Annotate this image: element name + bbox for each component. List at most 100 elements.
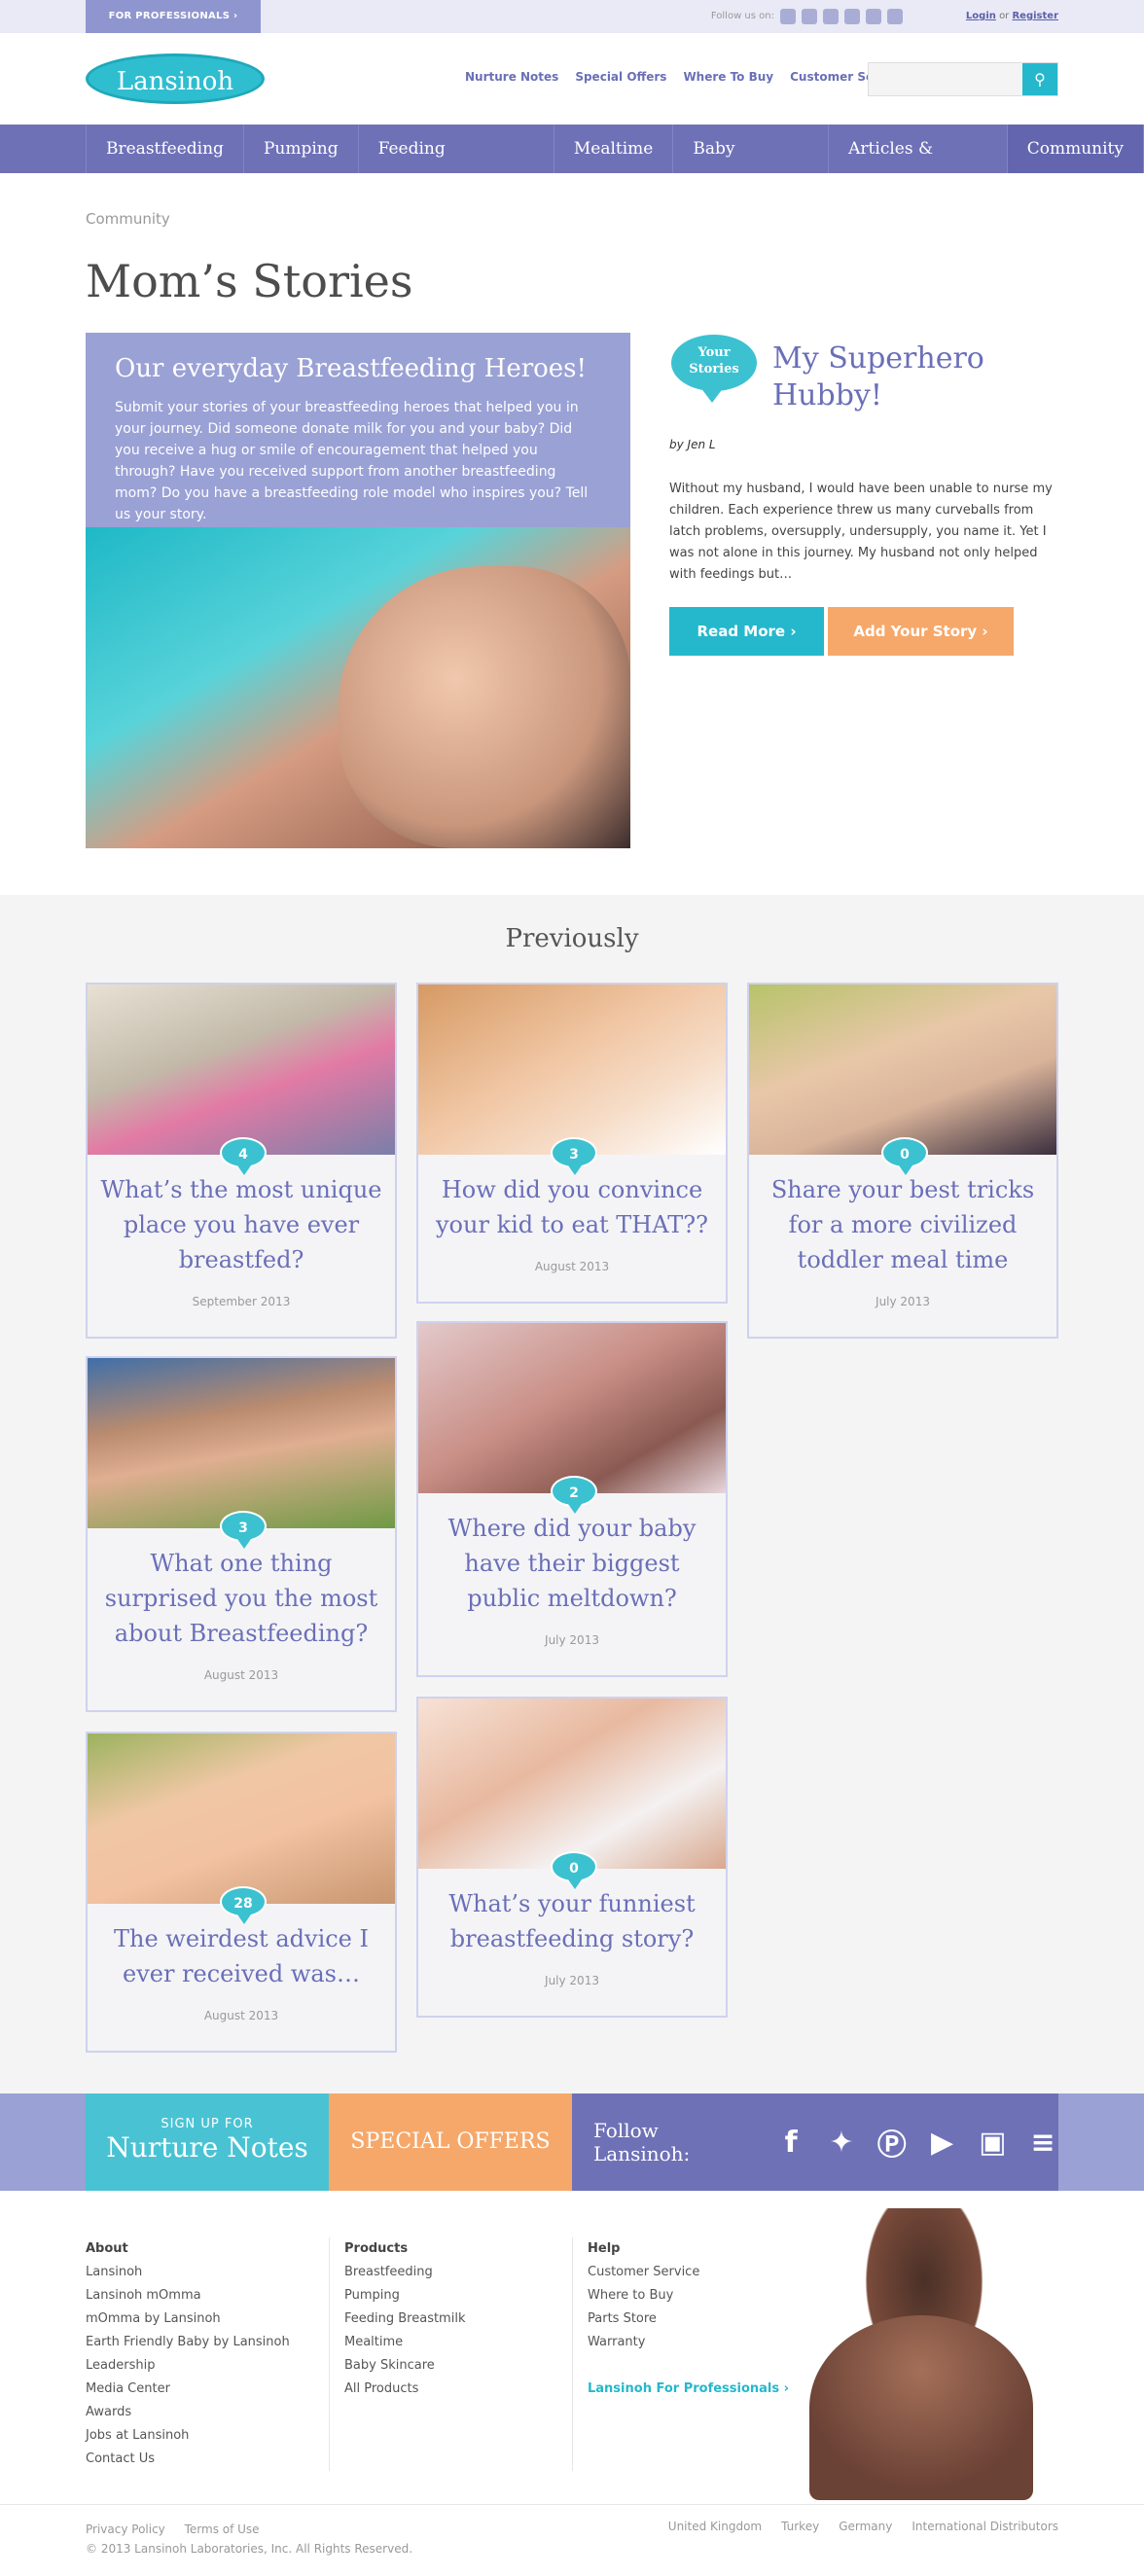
footer-help: Help Customer Service Where to Buy Parts… xyxy=(588,2237,789,2401)
twitter-icon[interactable]: ✦ xyxy=(826,2126,857,2160)
footer-link[interactable]: Awards xyxy=(86,2401,290,2424)
lansinoh-logo[interactable]: Lansinoh xyxy=(86,54,265,104)
card-date: August 2013 xyxy=(203,1668,279,1682)
featured-byline: by Jen L xyxy=(669,438,716,451)
nav-feeding-breastmilk[interactable]: Feeding Breastmilk xyxy=(357,125,554,207)
util-nav-special-offers[interactable]: Special Offers xyxy=(575,70,666,84)
footer-link[interactable]: All Products xyxy=(344,2378,465,2401)
pinterest-icon[interactable] xyxy=(823,9,839,24)
bubble-line1: Your xyxy=(697,345,731,360)
card-date: August 2013 xyxy=(534,1260,610,1273)
story-card[interactable]: 28 The weirdest advice I ever received w… xyxy=(86,1732,397,2053)
country-link[interactable]: United Kingdom xyxy=(668,2520,762,2533)
search-input[interactable]: ⚲ xyxy=(868,62,1058,96)
heroes-body: Submit your stories of your breastfeedin… xyxy=(115,400,589,522)
footer-about-head: About xyxy=(86,2241,128,2256)
card-date: August 2013 xyxy=(203,2009,279,2022)
footer-products-head: Products xyxy=(344,2241,409,2256)
footer-link[interactable]: Mealtime xyxy=(344,2331,465,2354)
utility-nav: Nurture Notes Special Offers Where To Bu… xyxy=(465,70,906,84)
footer-link[interactable]: Breastfeeding xyxy=(344,2261,465,2284)
follow-lansinoh-label: Follow Lansinoh: xyxy=(593,2119,691,2165)
comment-count-bubble: 2 xyxy=(551,1476,597,1514)
story-card[interactable]: 0 Share your best tricks for a more civi… xyxy=(747,983,1058,1339)
comment-count-bubble: 28 xyxy=(220,1886,267,1924)
terms-of-use-link[interactable]: Terms of Use xyxy=(185,2522,260,2536)
search-button[interactable]: ⚲ xyxy=(1022,63,1057,95)
footer-divider xyxy=(572,2237,573,2471)
footer-help-head: Help xyxy=(588,2241,621,2256)
card-photo xyxy=(88,1734,395,1904)
rss-icon[interactable]: ≡ xyxy=(1027,2126,1058,2160)
card-photo xyxy=(418,1699,726,1869)
card-date: July 2013 xyxy=(545,1633,599,1647)
card-photo xyxy=(418,1323,726,1493)
youtube-icon[interactable] xyxy=(844,9,860,24)
special-offers-promo[interactable]: SPECIAL OFFERS xyxy=(329,2093,572,2191)
nav-baby-skincare[interactable]: Baby Skincare xyxy=(672,125,828,207)
story-card[interactable]: 0 What’s your funniest breastfeeding sto… xyxy=(416,1697,728,2018)
privacy-policy-link[interactable]: Privacy Policy xyxy=(86,2522,165,2536)
footer-link[interactable]: Jobs at Lansinoh xyxy=(86,2424,290,2448)
comment-count-bubble: 0 xyxy=(881,1137,928,1175)
youtube-icon[interactable]: ▶ xyxy=(927,2126,958,2160)
footer-link[interactable]: Baby Skincare xyxy=(344,2354,465,2378)
page-title: Mom’s Stories xyxy=(86,255,413,307)
card-photo xyxy=(88,984,395,1155)
footer-link[interactable]: mOmma by Lansinoh xyxy=(86,2308,290,2331)
footer-link[interactable]: Earth Friendly Baby by Lansinoh xyxy=(86,2331,290,2354)
footer-legal: Privacy Policy Terms of Use © 2013 Lansi… xyxy=(86,2520,412,2558)
your-stories-bubble: Your Stories xyxy=(671,335,757,403)
read-more-button[interactable]: Read More › xyxy=(669,607,824,656)
footer-link[interactable]: Pumping xyxy=(344,2284,465,2308)
comment-count-bubble: 0 xyxy=(551,1851,597,1889)
story-card[interactable]: 3 How did you convince your kid to eat T… xyxy=(416,983,728,1304)
facebook-icon[interactable]: f xyxy=(775,2126,806,2160)
rss-icon[interactable] xyxy=(887,9,903,24)
footer-products: Products Breastfeeding Pumping Feeding B… xyxy=(344,2237,465,2401)
story-card[interactable]: 4 What’s the most unique place you have … xyxy=(86,983,397,1339)
professionals-link[interactable]: Lansinoh For Professionals › xyxy=(588,2378,789,2401)
country-link[interactable]: Turkey xyxy=(781,2520,819,2533)
nav-breastfeeding[interactable]: Breastfeeding xyxy=(86,125,243,173)
follow-lansinoh-bar: Follow Lansinoh: f ✦ Ⓟ ▶ ▣ ≡ xyxy=(572,2093,1058,2191)
facebook-icon[interactable] xyxy=(780,9,796,24)
card-date: July 2013 xyxy=(876,1295,930,1308)
or-text: or xyxy=(999,11,1010,21)
add-your-story-button[interactable]: Add Your Story › xyxy=(828,607,1014,656)
login-link[interactable]: Login xyxy=(966,11,996,21)
follow-us-top: Follow us on: xyxy=(711,0,903,33)
pinterest-icon[interactable]: Ⓟ xyxy=(876,2121,908,2164)
story-card[interactable]: 3 What one thing surprised you the most … xyxy=(86,1356,397,1712)
search-icon: ⚲ xyxy=(1034,70,1046,89)
footer-link[interactable]: Leadership xyxy=(86,2354,290,2378)
footer-link[interactable]: Feeding Breastmilk xyxy=(344,2308,465,2331)
nurture-notes-signup[interactable]: SIGN UP FOR Nurture Notes xyxy=(86,2093,329,2191)
breadcrumb[interactable]: Community xyxy=(86,210,170,228)
nav-pumping[interactable]: Pumping xyxy=(242,125,358,173)
country-link[interactable]: Germany xyxy=(839,2520,892,2533)
nav-mealtime[interactable]: Mealtime xyxy=(553,125,673,173)
footer-link[interactable]: Where to Buy xyxy=(588,2284,789,2308)
breastfeeding-photo xyxy=(86,527,630,848)
footer-link[interactable]: Customer Service xyxy=(588,2261,789,2284)
footer-link[interactable]: Media Center xyxy=(86,2378,290,2401)
instagram-icon[interactable] xyxy=(866,9,881,24)
story-card[interactable]: 2 Where did your baby have their biggest… xyxy=(416,1321,728,1677)
util-nav-where-to-buy[interactable]: Where To Buy xyxy=(683,70,773,84)
country-link[interactable]: International Distributors xyxy=(912,2520,1058,2533)
footer-link[interactable]: Parts Store xyxy=(588,2308,789,2331)
footer-link[interactable]: Warranty xyxy=(588,2331,789,2354)
for-professionals-button[interactable]: FOR PROFESSIONALS › xyxy=(86,0,261,33)
instagram-icon[interactable]: ▣ xyxy=(977,2126,1008,2160)
footer-link[interactable]: Contact Us xyxy=(86,2448,290,2471)
login-register: Login or Register xyxy=(966,0,1058,33)
register-link[interactable]: Register xyxy=(1012,11,1058,21)
nav-articles-videos[interactable]: Articles & Videos xyxy=(828,125,1007,207)
footer-link[interactable]: Lansinoh xyxy=(86,2261,290,2284)
featured-story-title[interactable]: My Superhero Hubby! xyxy=(772,340,1055,414)
twitter-icon[interactable] xyxy=(802,9,817,24)
nav-community[interactable]: Community xyxy=(1006,125,1144,173)
util-nav-nurture-notes[interactable]: Nurture Notes xyxy=(465,70,558,84)
footer-link[interactable]: Lansinoh mOmma xyxy=(86,2284,290,2308)
